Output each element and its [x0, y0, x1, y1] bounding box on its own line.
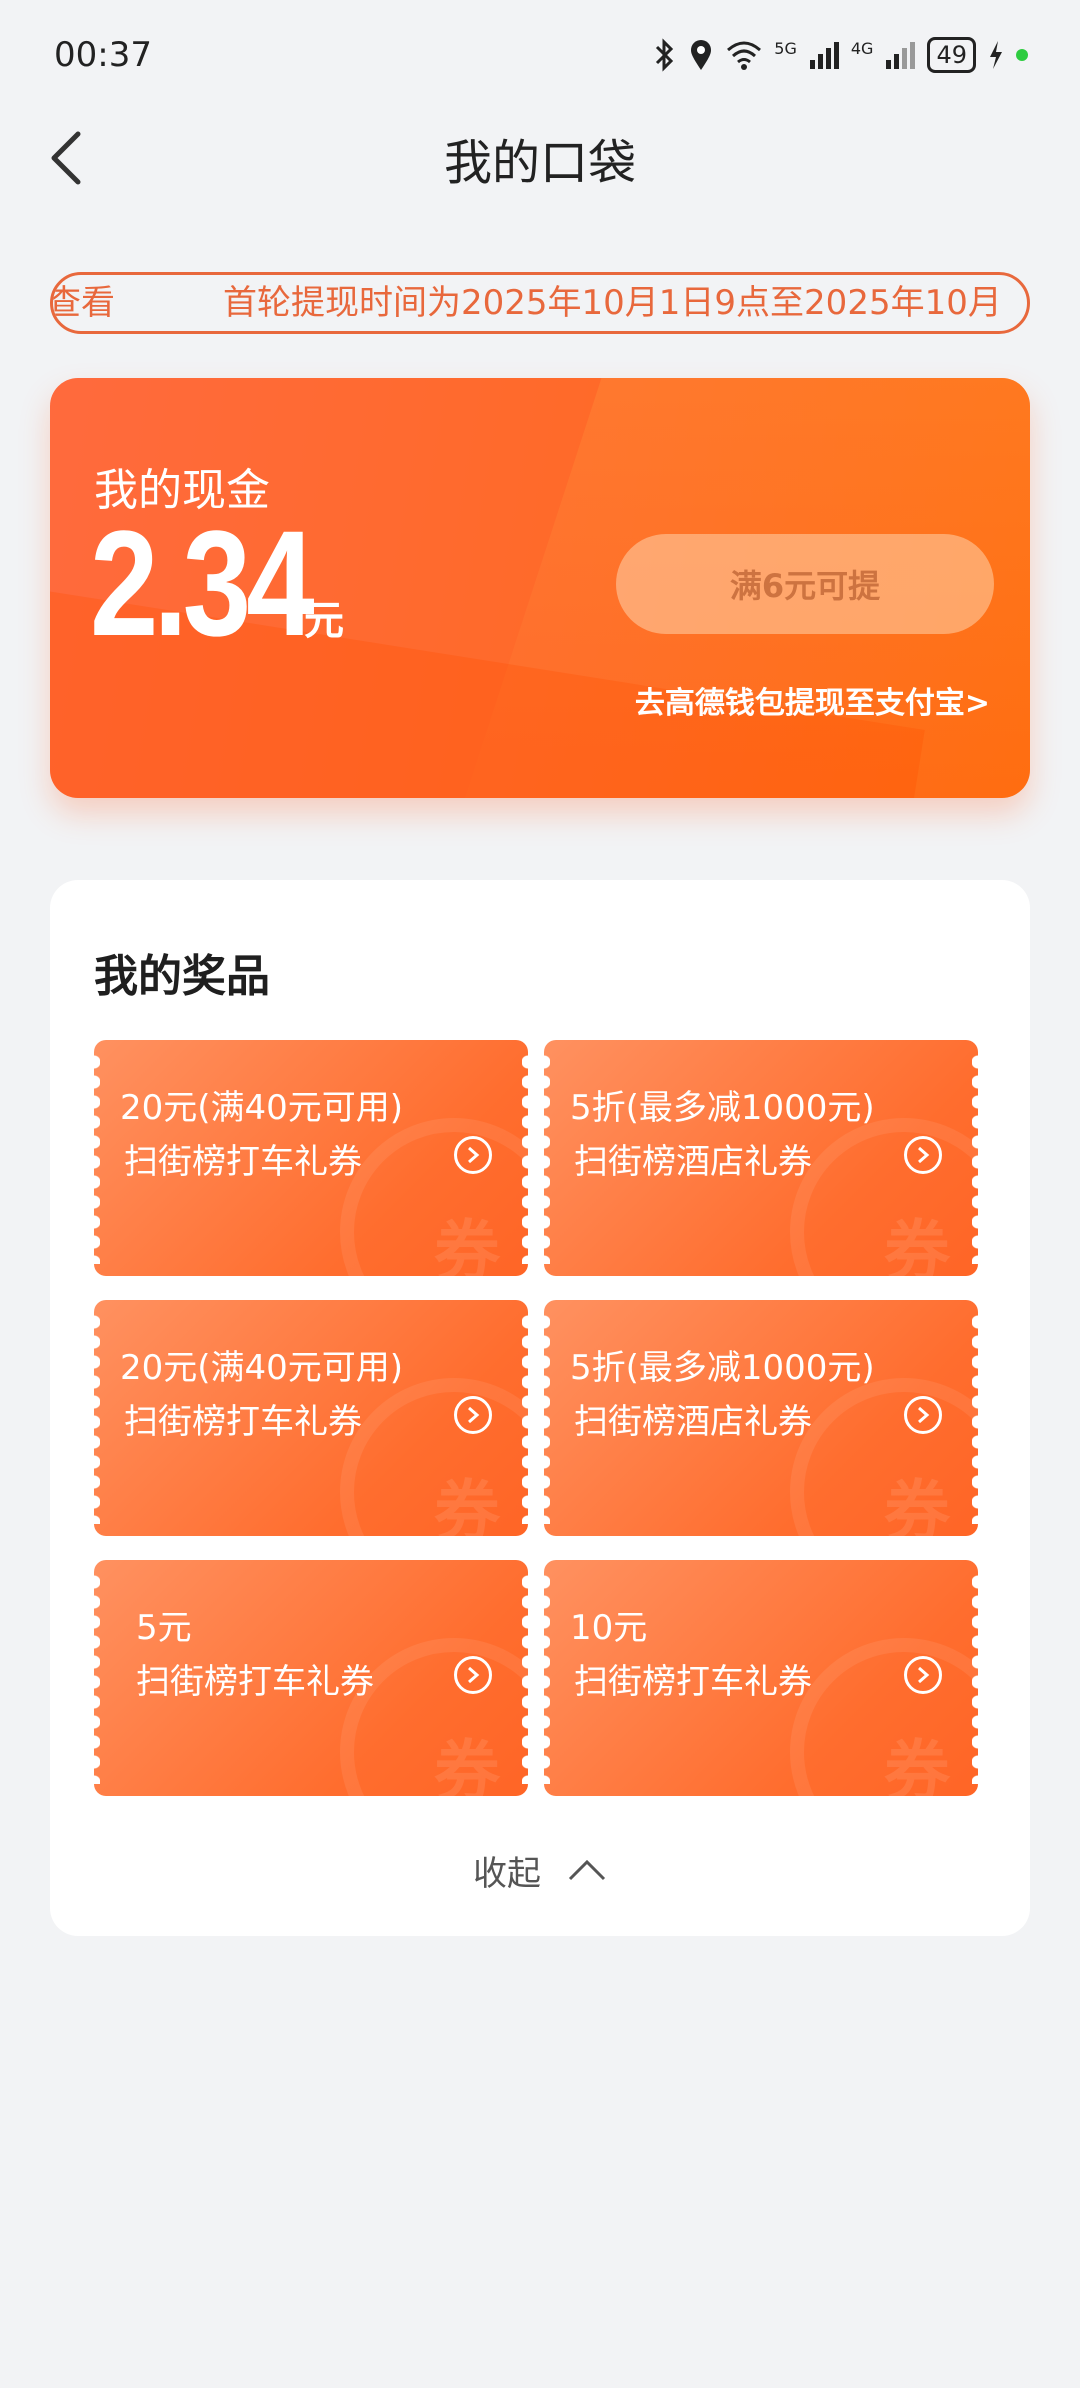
- coupon-notch: [522, 1572, 528, 1784]
- status-icons: 5G 4G 49: [654, 37, 1028, 73]
- chevron-right-circle-icon[interactable]: [454, 1656, 492, 1694]
- coupon-name: 扫街榜酒店礼券: [574, 1402, 812, 1442]
- coupon-name: 扫街榜酒店礼券: [574, 1142, 812, 1182]
- coupon-value: 20元(满40元可用): [120, 1348, 404, 1388]
- battery-icon: 49: [927, 37, 976, 73]
- privacy-indicator-dot: [1016, 49, 1028, 61]
- coupon-notch: [972, 1052, 978, 1264]
- coupon-stamp-char: 券: [434, 1213, 500, 1276]
- prizes-title: 我的奖品: [94, 951, 270, 1002]
- page-title: 我的口袋: [443, 135, 636, 191]
- chevron-right-circle-icon[interactable]: [904, 1136, 942, 1174]
- coupon-name: 扫街榜打车礼券: [574, 1662, 812, 1702]
- coupon-stamp-char: 券: [434, 1733, 500, 1796]
- cash-amount: 2.34: [90, 499, 315, 667]
- notice-fragment: 查看: [50, 283, 115, 323]
- coupon-card[interactable]: 券 20元(满40元可用) 扫街榜打车礼券: [94, 1300, 528, 1536]
- coupon-notch: [544, 1572, 550, 1784]
- chevron-right-circle-icon[interactable]: [904, 1396, 942, 1434]
- coupon-notch: [522, 1312, 528, 1524]
- coupon-notch: [522, 1052, 528, 1264]
- status-bar: 00:37 5G 4G 49: [0, 0, 1080, 110]
- signal-icon-2: [886, 42, 916, 69]
- back-button[interactable]: [36, 128, 96, 188]
- coupon-card[interactable]: 券 20元(满40元可用) 扫街榜打车礼券: [94, 1040, 528, 1276]
- coupon-value: 5元: [136, 1608, 192, 1648]
- collapse-button[interactable]: 收起: [50, 1840, 1030, 1900]
- coupon-stamp-char: 券: [884, 1473, 950, 1536]
- coupon-card[interactable]: 券 5元 扫街榜打车礼券: [94, 1560, 528, 1796]
- cash-unit: 元: [304, 598, 344, 644]
- coupon-stamp-char: 券: [884, 1733, 950, 1796]
- coupon-notch: [94, 1312, 100, 1524]
- coupon-card[interactable]: 券 5折(最多减1000元) 扫街榜酒店礼券: [544, 1300, 978, 1536]
- network-4g-label: 4G: [850, 38, 874, 58]
- collapse-label: 收起: [473, 1853, 541, 1894]
- coupon-value: 5折(最多减1000元): [570, 1088, 875, 1128]
- coupon-notch: [972, 1572, 978, 1784]
- chevron-right-circle-icon[interactable]: [454, 1136, 492, 1174]
- back-arrow-icon: [51, 131, 81, 185]
- coupon-value: 20元(满40元可用): [120, 1088, 404, 1128]
- cash-card: 我的现金 2.34 元 满6元可提 去高德钱包提现至支付宝>: [50, 378, 1030, 798]
- wifi-icon: [727, 41, 762, 70]
- signal-icon: [809, 42, 839, 69]
- wallet-withdraw-link[interactable]: 去高德钱包提现至支付宝>: [635, 678, 990, 722]
- charging-icon: [990, 41, 1002, 69]
- coupon-notch: [544, 1312, 550, 1524]
- chevron-up-icon: [568, 1859, 606, 1881]
- coupon-card[interactable]: 券 10元 扫街榜打车礼券: [544, 1560, 978, 1796]
- notice-message: 首轮提现时间为2025年10月1日9点至2025年10月: [223, 283, 1002, 323]
- coupon-name: 扫街榜打车礼券: [136, 1662, 374, 1702]
- withdraw-button[interactable]: 满6元可提: [616, 534, 994, 634]
- coupon-stamp-char: 券: [884, 1213, 950, 1276]
- coupon-notch: [94, 1572, 100, 1784]
- coupon-name: 扫街榜打车礼券: [124, 1402, 362, 1442]
- coupon-notch: [544, 1052, 550, 1264]
- notice-marquee[interactable]: 查看 首轮提现时间为2025年10月1日9点至2025年10月: [50, 272, 1030, 334]
- coupon-stamp-char: 券: [434, 1473, 500, 1536]
- coupon-name: 扫街榜打车礼券: [124, 1142, 362, 1182]
- prizes-card: 我的奖品 券 20元(满40元可用) 扫街榜打车礼券 券 5折(最多减1000元…: [50, 880, 1030, 1936]
- status-time: 00:37: [54, 35, 152, 75]
- coupon-value: 5折(最多减1000元): [570, 1348, 875, 1388]
- coupon-notch: [94, 1052, 100, 1264]
- coupon-notch: [972, 1312, 978, 1524]
- chevron-right-circle-icon[interactable]: [454, 1396, 492, 1434]
- coupon-value: 10元: [570, 1608, 648, 1648]
- chevron-right-circle-icon[interactable]: [904, 1656, 942, 1694]
- bluetooth-icon: [656, 38, 674, 72]
- location-icon: [691, 40, 712, 70]
- coupon-card[interactable]: 券 5折(最多减1000元) 扫街榜酒店礼券: [544, 1040, 978, 1276]
- battery-level: 49: [936, 41, 967, 69]
- network-5g-label: 5G: [774, 38, 797, 58]
- nav-bar: 我的口袋: [0, 110, 1080, 206]
